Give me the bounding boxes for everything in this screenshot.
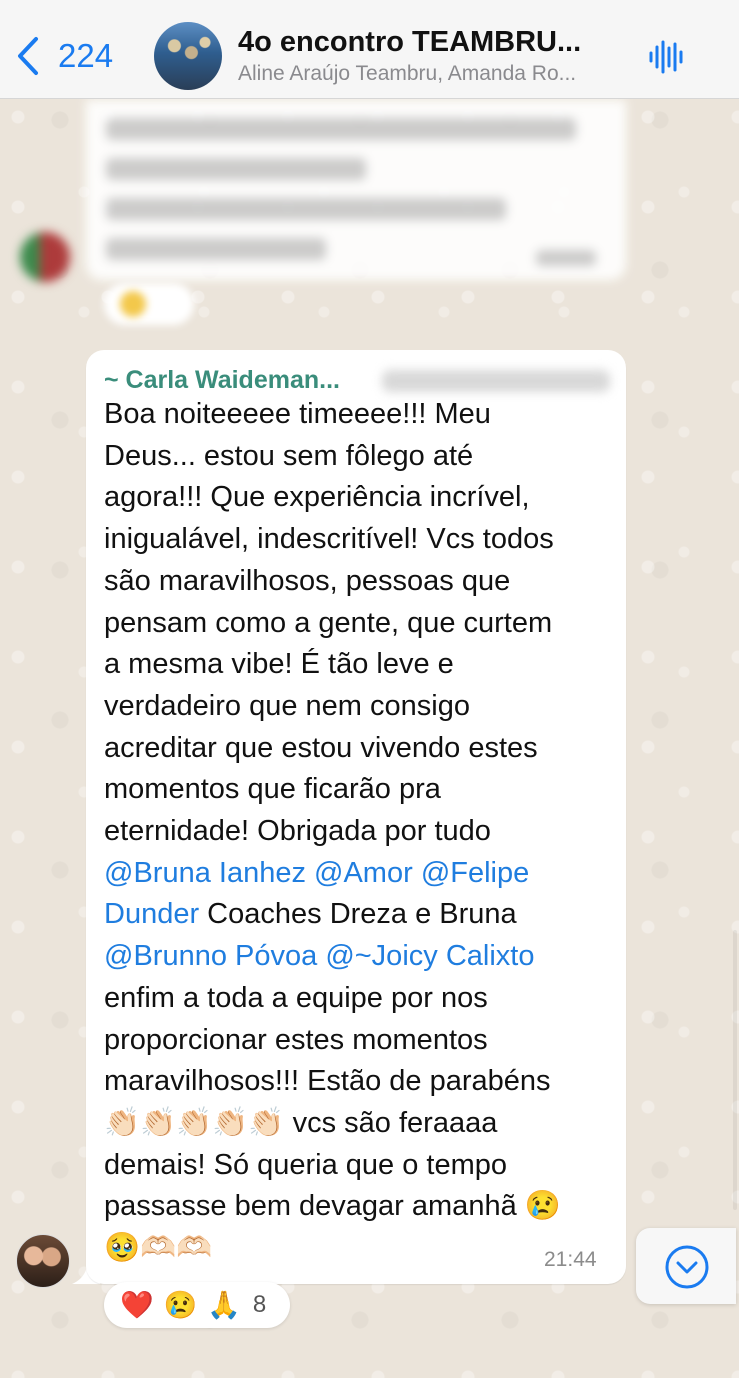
message-text: Boa noiteeeee timeeee!!! Meu Deus... est… [104, 394, 619, 1270]
chat-participants[interactable]: Aline Araújo Teambru, Amanda Ro... [238, 62, 576, 86]
previous-message-blurred [86, 100, 626, 280]
group-avatar[interactable] [154, 22, 222, 90]
sender-name[interactable]: ~ Carla Waideman... [104, 366, 340, 395]
mention-link[interactable]: @Bruna Ianhez [104, 857, 306, 889]
previous-sender-avatar [20, 232, 70, 282]
pray-reaction: 🙏 [207, 1290, 241, 1320]
chat-header: 224 4o encontro TEAMBRU... Aline Araújo … [0, 0, 739, 99]
message-text-segment [413, 857, 421, 889]
crying-reaction: 😢 [163, 1290, 198, 1320]
heart-reaction: ❤️ [120, 1290, 154, 1320]
message-time: 21:44 [544, 1248, 597, 1271]
sender-phone-blurred [382, 370, 610, 392]
waveform-icon [649, 40, 683, 74]
scroll-to-bottom-button[interactable] [636, 1228, 736, 1304]
mention-link[interactable]: @Amor [314, 857, 413, 889]
chevron-down-circle-icon [665, 1245, 709, 1289]
sender-avatar[interactable] [16, 1234, 70, 1288]
message-text-segment: enfim a toda a equipe por nos proporcion… [104, 981, 561, 1265]
chevron-left-icon [18, 37, 38, 75]
previous-reaction-pill [104, 283, 194, 325]
reactions-pill[interactable]: ❤️ 😢 🙏 8 [104, 1282, 290, 1328]
chat-title[interactable]: 4o encontro TEAMBRU... [238, 26, 581, 59]
message-bubble[interactable]: ~ Carla Waideman... Boa noiteeeee timeee… [86, 350, 626, 1284]
message-text-segment [306, 857, 314, 889]
unread-count: 224 [58, 37, 114, 74]
scrollbar[interactable] [733, 930, 737, 1210]
message-text-segment: Boa noiteeeee timeeee!!! Meu Deus... est… [104, 398, 554, 848]
reaction-count: 8 [252, 1291, 267, 1318]
message-text-segment: Coaches Dreza e Bruna [207, 898, 517, 931]
audio-call-button[interactable] [648, 38, 686, 76]
mention-link[interactable]: @~Joicy Calixto [325, 940, 534, 972]
mention-link[interactable]: @Brunno Póvoa [104, 940, 317, 972]
back-button[interactable]: 224 [16, 36, 113, 76]
